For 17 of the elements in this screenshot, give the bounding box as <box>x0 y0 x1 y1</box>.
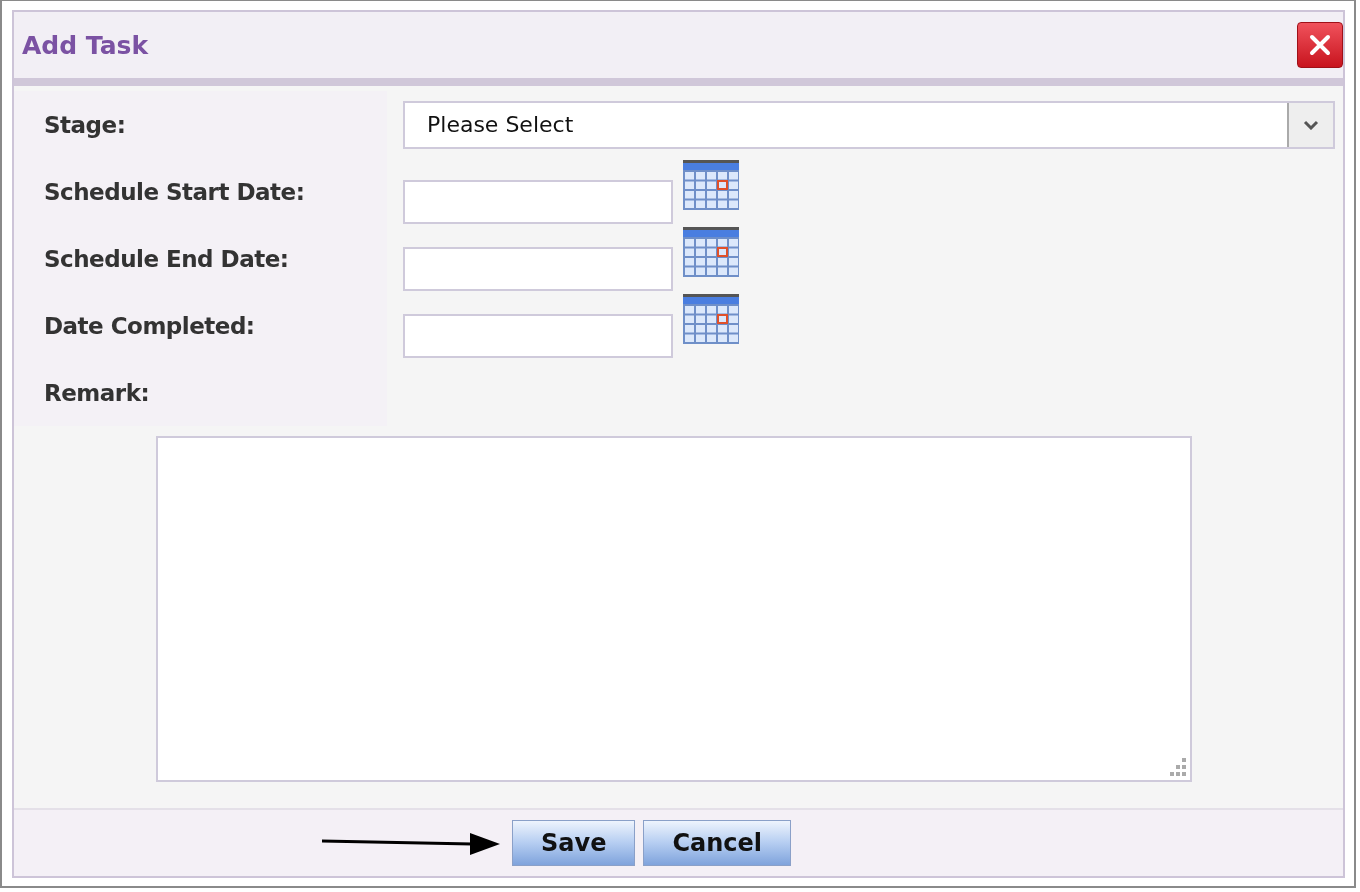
close-button[interactable] <box>1297 22 1343 68</box>
field-label: Remark: <box>44 379 150 406</box>
field-label: Schedule Start Date: <box>44 178 305 205</box>
calendar-icon[interactable] <box>683 294 739 344</box>
field-label: Date Completed: <box>44 312 255 339</box>
date-input[interactable] <box>403 179 673 224</box>
dialog-button[interactable]: Cancel <box>643 820 792 866</box>
stage-dropdown[interactable]: Please Select <box>403 100 1335 149</box>
dialog-button[interactable]: Save <box>512 820 636 866</box>
dialog-title: Add Task <box>22 30 149 60</box>
field-label: Schedule End Date: <box>44 245 289 272</box>
calendar-icon[interactable] <box>683 160 739 210</box>
date-input[interactable] <box>403 313 673 358</box>
field-label: Stage: <box>44 111 126 138</box>
chevron-down-icon[interactable] <box>1303 119 1319 130</box>
calendar-icon[interactable] <box>683 227 739 277</box>
date-input[interactable] <box>403 246 673 291</box>
